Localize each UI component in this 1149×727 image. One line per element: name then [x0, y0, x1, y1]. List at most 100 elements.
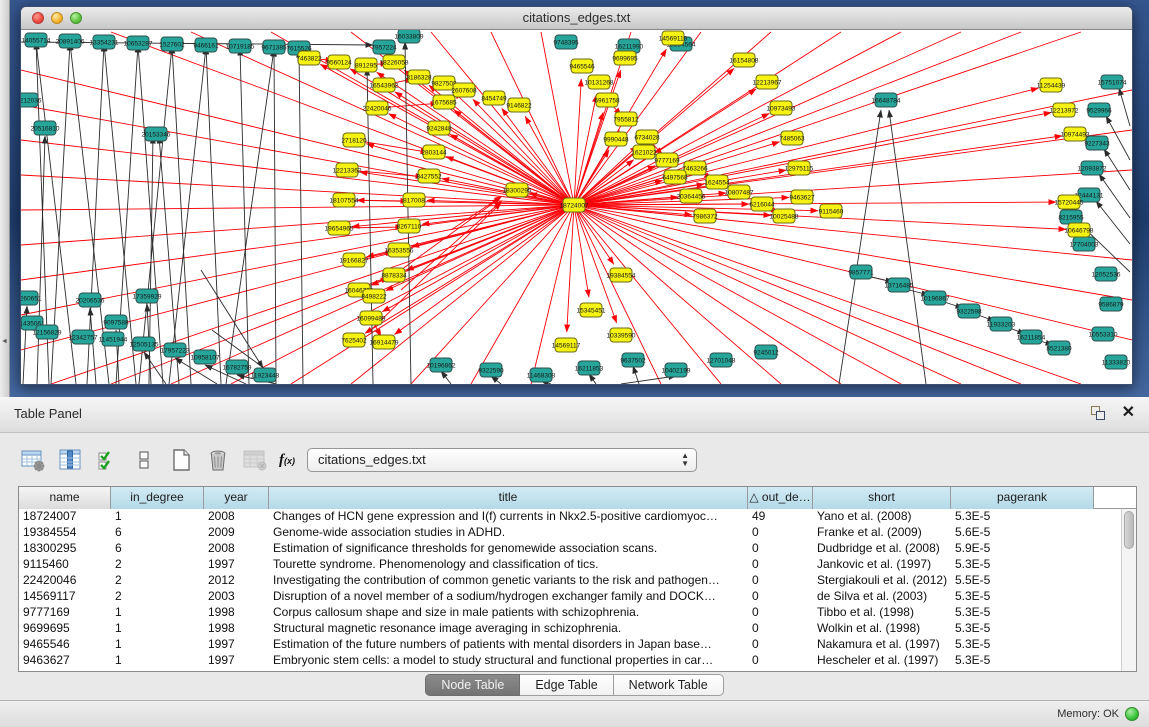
graph-node-cited-paper[interactable]: 9463627 — [789, 190, 815, 204]
graph-node-cited-paper[interactable]: 19384554 — [607, 268, 636, 282]
graph-node-cited-paper[interactable]: 8498222 — [361, 289, 387, 303]
cell-title[interactable]: Embryonic stem cells: a model to study s… — [269, 653, 748, 669]
graph-node-cited-paper[interactable]: 8186328 — [406, 70, 432, 84]
graph-node-paper[interactable]: 14055714 — [22, 33, 51, 47]
table-row[interactable]: 946362711997Embryonic stem cells: a mode… — [19, 653, 1136, 669]
cell-short[interactable]: de Silva et al. (2003) — [813, 589, 951, 605]
cell-pagerank[interactable]: 5.5E-5 — [951, 573, 1094, 589]
cell-pagerank[interactable]: 5.6E-5 — [951, 525, 1094, 541]
graph-node-cited-paper[interactable]: 15720445 — [1055, 195, 1084, 209]
cell-title[interactable]: Tourette syndrome. Phenomenology and cla… — [269, 557, 748, 573]
graph-node-paper[interactable]: 11333820 — [1102, 355, 1131, 369]
graph-node-cited-paper[interactable]: 14569117 — [552, 338, 581, 352]
cell-pagerank[interactable]: 5.3E-5 — [951, 637, 1094, 653]
cell-pagerank[interactable]: 5.3E-5 — [951, 653, 1094, 669]
cell-name[interactable]: 14569117 — [19, 589, 111, 605]
graph-node-cited-paper[interactable]: 1621022 — [631, 145, 657, 159]
graph-node-cited-paper[interactable]: 18226058 — [380, 55, 409, 69]
cell-title[interactable]: Corpus callosum shape and size in male p… — [269, 605, 748, 621]
tab-network-table[interactable]: Network Table — [614, 674, 724, 696]
graph-node-paper[interactable]: 10719185 — [226, 39, 255, 53]
graph-node-paper[interactable]: 16648784 — [872, 93, 901, 107]
network-window-titlebar[interactable]: citations_edges.txt — [21, 7, 1132, 30]
column-header-title[interactable]: title — [269, 487, 748, 509]
graph-node-cited-paper[interactable]: 2607608 — [451, 83, 477, 97]
cell-name[interactable]: 18724007 — [19, 509, 111, 525]
cell-out_degree[interactable]: 0 — [748, 589, 813, 605]
graph-node-cited-paper[interactable]: 9699695 — [612, 51, 638, 65]
network-canvas[interactable]: 1405571420891406133542311065328715276029… — [21, 30, 1132, 384]
graph-node-cited-paper[interactable]: 6497568 — [662, 170, 688, 184]
graph-node-paper[interactable]: 10653287 — [124, 36, 153, 50]
graph-node-paper[interactable]: 7957224 — [371, 40, 397, 54]
delete-rows-button[interactable] — [203, 445, 233, 475]
table-row[interactable]: 1830029562008Estimation of significance … — [19, 541, 1136, 557]
cell-short[interactable]: Wolkin et al. (1998) — [813, 621, 951, 637]
graph-node-cited-paper[interactable]: 10339590 — [607, 328, 636, 342]
graph-node-paper[interactable]: 12701048 — [707, 353, 736, 367]
cell-year[interactable]: 2009 — [204, 525, 269, 541]
graph-node-paper[interactable]: 10196862 — [427, 358, 456, 372]
cell-short[interactable]: Franke et al. (2009) — [813, 525, 951, 541]
graph-node-cited-paper[interactable]: 12213967 — [753, 75, 782, 89]
cell-year[interactable]: 2008 — [204, 509, 269, 525]
cell-in_degree[interactable]: 1 — [111, 637, 204, 653]
cell-out_degree[interactable]: 0 — [748, 573, 813, 589]
cell-in_degree[interactable]: 2 — [111, 573, 204, 589]
cell-title[interactable]: Structural magnetic resonance image aver… — [269, 621, 748, 637]
graph-node-cited-paper[interactable]: 9465546 — [569, 59, 595, 73]
table-row[interactable]: 2242004622012Investigating the contribut… — [19, 573, 1136, 589]
cell-title[interactable]: Changes of HCN gene expression and I(f) … — [269, 509, 748, 525]
cell-short[interactable]: Tibbo et al. (1998) — [813, 605, 951, 621]
graph-node-paper[interactable]: 15751074 — [1098, 75, 1127, 89]
cell-name[interactable]: 9699695 — [19, 621, 111, 637]
graph-node-paper[interactable]: 12093872 — [1078, 161, 1107, 175]
show-column-button[interactable] — [55, 445, 85, 475]
graph-node-paper[interactable]: 12342757 — [69, 330, 98, 344]
graph-node-cited-paper[interactable]: 8427552 — [416, 169, 442, 183]
cell-name[interactable]: 18300295 — [19, 541, 111, 557]
graph-node-cited-paper[interactable]: 10973493 — [767, 101, 796, 115]
collapse-panel-arrow[interactable]: ◄ — [1, 338, 8, 345]
float-panel-icon[interactable] — [1091, 406, 1107, 422]
graph-node-cited-paper[interactable]: 8878334 — [381, 268, 407, 282]
graph-node-paper[interactable]: 11933203 — [987, 317, 1016, 331]
table-row[interactable]: 1456911722003Disruption of a novel membe… — [19, 589, 1136, 605]
graph-node-cited-paper[interactable]: 7485063 — [779, 131, 805, 145]
table-scrollbar[interactable] — [1121, 509, 1136, 672]
graph-node-cited-paper[interactable]: 16154808 — [730, 53, 759, 67]
graph-node-cited-paper[interactable]: 9990448 — [603, 132, 629, 146]
graph-node-cited-paper[interactable]: 891295 — [355, 58, 377, 72]
graph-node-paper[interactable]: 10196867 — [921, 291, 950, 305]
graph-node-paper[interactable]: 9857771 — [848, 265, 874, 279]
graph-node-cited-paper[interactable]: 12213362 — [333, 163, 362, 177]
graph-node-cited-paper[interactable]: 19166827 — [340, 253, 369, 267]
graph-node-cited-paper[interactable]: 20364456 — [677, 189, 706, 203]
graph-node-cited-paper[interactable]: 2803144 — [421, 145, 447, 159]
graph-node-cited-paper[interactable]: 817008 — [403, 193, 425, 207]
cell-name[interactable]: 19384554 — [19, 525, 111, 541]
graph-node-paper[interactable]: 12156829 — [33, 325, 62, 339]
table-row[interactable]: 1938455462009Genome-wide association stu… — [19, 525, 1136, 541]
graph-node-paper[interactable]: 10402199 — [662, 363, 691, 377]
tab-edge-table[interactable]: Edge Table — [520, 674, 613, 696]
cell-year[interactable]: 1997 — [204, 557, 269, 573]
cell-in_degree[interactable]: 1 — [111, 509, 204, 525]
graph-node-cited-paper[interactable]: 6734028 — [634, 130, 660, 144]
graph-node-cited-paper[interactable]: 9242848 — [426, 121, 452, 135]
cell-out_degree[interactable]: 0 — [748, 621, 813, 637]
cell-out_degree[interactable]: 0 — [748, 525, 813, 541]
column-header-pagerank[interactable]: pagerank — [951, 487, 1094, 509]
graph-node-cited-paper[interactable]: 16353556 — [385, 243, 414, 257]
new-table-button[interactable] — [166, 445, 196, 475]
cell-name[interactable]: 9777169 — [19, 605, 111, 621]
graph-node-paper[interactable]: 12052536 — [1092, 267, 1121, 281]
graph-node-cited-paper[interactable]: 9115460 — [819, 204, 844, 218]
cell-short[interactable]: Nakamura et al. (1997) — [813, 637, 951, 653]
cell-title[interactable]: Investigating the contribution of common… — [269, 573, 748, 589]
graph-node-paper[interactable]: 9466161 — [193, 38, 219, 52]
cell-title[interactable]: Genome-wide association studies in ADHD. — [269, 525, 748, 541]
graph-node-cited-paper[interactable]: 10025488 — [770, 209, 799, 223]
graph-node-cited-paper[interactable]: 15345451 — [577, 303, 606, 317]
graph-node-cited-paper[interactable]: 10646798 — [1065, 223, 1094, 237]
